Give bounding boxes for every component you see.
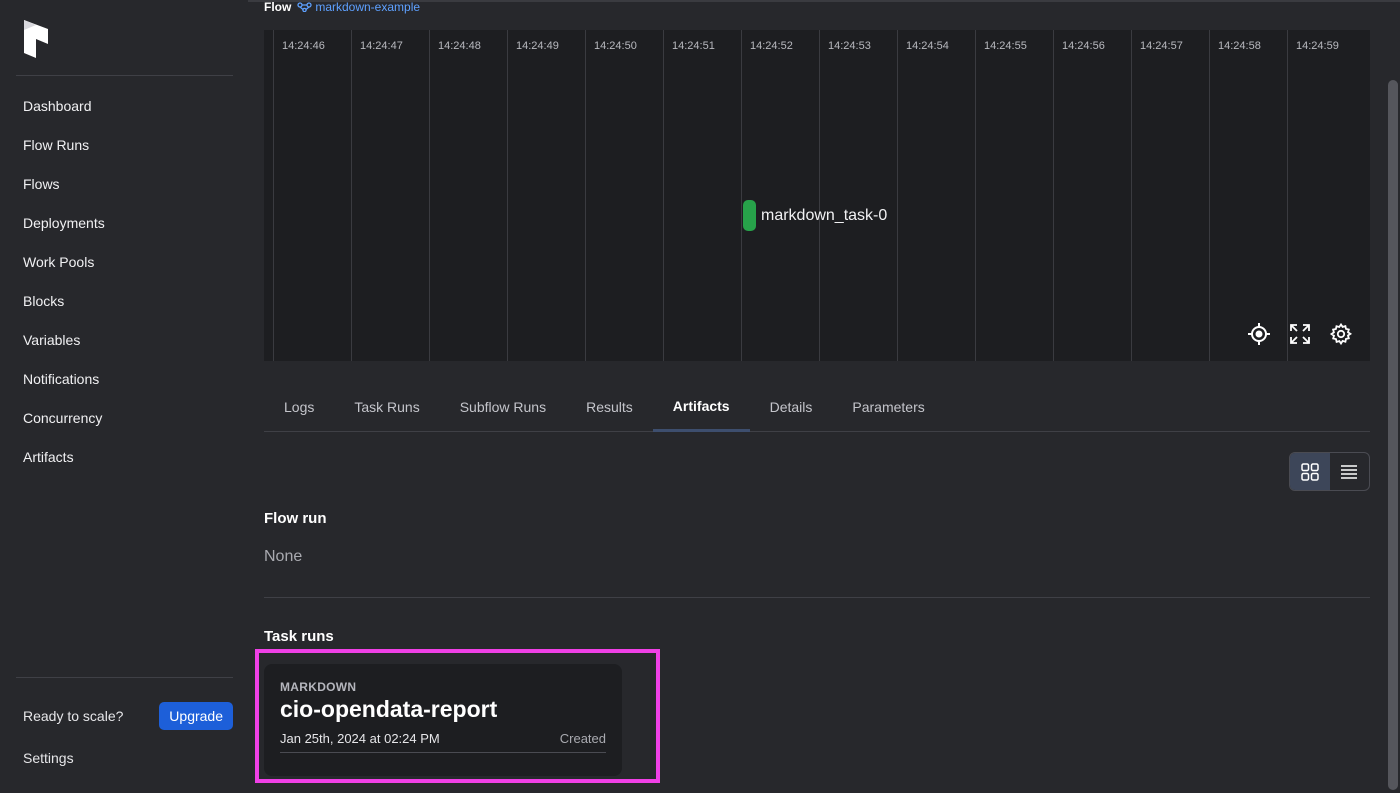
sidebar-item-flows[interactable]: Flows — [0, 164, 248, 203]
timeline-tick: 14:24:51 — [663, 30, 715, 361]
tab-parameters[interactable]: Parameters — [832, 382, 944, 432]
sidebar: Dashboard Flow Runs Flows Deployments Wo… — [0, 0, 248, 793]
sidebar-item-variables[interactable]: Variables — [0, 320, 248, 359]
tab-results[interactable]: Results — [566, 382, 653, 432]
settings-gear-icon[interactable] — [1329, 322, 1353, 346]
timeline-tick-label: 14:24:47 — [360, 40, 403, 52]
timeline-tick: 14:24:53 — [819, 30, 871, 361]
sidebar-item-work-pools[interactable]: Work Pools — [0, 242, 248, 281]
timeline-task-node[interactable]: markdown_task-0 — [743, 200, 887, 231]
page-scrollbar[interactable] — [1388, 80, 1398, 790]
timeline-tick: 14:24:57 — [1131, 30, 1183, 361]
sidebar-divider-bottom — [16, 677, 233, 678]
timeline-tick-label: 14:24:53 — [828, 40, 871, 52]
flow-run-timeline[interactable]: 14:24:59 14:24:58 14:24:57 14:24:56 14:24:55… — [264, 30, 1370, 361]
list-view-button[interactable] — [1330, 453, 1370, 490]
artifact-type: MARKDOWN — [280, 680, 357, 694]
task-node-label: markdown_task-0 — [761, 206, 888, 224]
list-icon — [1341, 464, 1358, 479]
prefect-logo-icon[interactable] — [24, 20, 48, 58]
timeline-tick: 14:24:47 — [351, 30, 403, 361]
flow-link[interactable]: markdown-example — [297, 0, 420, 14]
timeline-tick-label: 14:24:52 — [750, 40, 793, 52]
sidebar-nav: Dashboard Flow Runs Flows Deployments Wo… — [0, 86, 248, 476]
sidebar-item-flow-runs[interactable]: Flow Runs — [0, 125, 248, 164]
artifact-meta: Jan 25th, 2024 at 02:24 PM Created — [280, 731, 606, 753]
timeline-tick-label: 14:24:58 — [1218, 40, 1261, 52]
timeline-tick-label: 14:24:46 — [282, 40, 325, 52]
timeline-tick: 14:24:46 — [273, 30, 325, 361]
tab-subflow-runs[interactable]: Subflow Runs — [440, 382, 566, 432]
tab-task-runs[interactable]: Task Runs — [334, 382, 439, 432]
timeline-tick: 14:24:55 — [975, 30, 1027, 361]
timeline-tick: 14:24:50 — [585, 30, 637, 361]
grid-icon — [1301, 462, 1319, 481]
timeline-tick-label: 14:24:51 — [672, 40, 715, 52]
recenter-icon[interactable] — [1247, 322, 1271, 346]
ready-to-scale-text: Ready to scale? — [23, 708, 124, 724]
timeline-tick-label: 14:24:57 — [1140, 40, 1183, 52]
flow-run-empty-text: None — [264, 548, 303, 565]
upgrade-button[interactable]: Upgrade — [159, 702, 233, 730]
artifact-card[interactable]: MARKDOWN cio-opendata-report Jan 25th, 2… — [264, 664, 622, 776]
timeline-tick-label: 14:24:56 — [1062, 40, 1105, 52]
tab-logs[interactable]: Logs — [264, 382, 334, 432]
timeline-tick: 14:24:58 — [1209, 30, 1261, 361]
timeline-tick-label: 14:24:48 — [438, 40, 481, 52]
timeline-tick-label: 14:24:54 — [906, 40, 949, 52]
sidebar-divider-top — [16, 75, 233, 76]
timeline-tick-label: 14:24:55 — [984, 40, 1027, 52]
timeline-tick: 14:24:56 — [1053, 30, 1105, 361]
upgrade-prompt: Ready to scale? Upgrade — [23, 701, 233, 731]
artifact-status: Created — [559, 731, 606, 746]
tab-details[interactable]: Details — [750, 382, 833, 432]
view-mode-toggle — [1289, 452, 1370, 491]
flow-breadcrumb: Flow markdown-example — [264, 0, 420, 14]
flow-run-section-title: Flow run — [264, 510, 327, 527]
task-runs-section-title: Task runs — [264, 628, 334, 645]
task-state-bar[interactable] — [743, 200, 756, 231]
timeline-tick-label: 14:24:59 — [1296, 40, 1339, 52]
section-divider — [264, 597, 1370, 598]
timeline-tick: 14:24:49 — [507, 30, 559, 361]
sidebar-item-artifacts[interactable]: Artifacts — [0, 437, 248, 476]
fullscreen-icon[interactable] — [1288, 322, 1312, 346]
grid-view-button[interactable] — [1290, 453, 1330, 490]
timeline-tick-label: 14:24:49 — [516, 40, 559, 52]
artifact-key[interactable]: cio-opendata-report — [280, 696, 606, 723]
flow-run-tabs: Logs Task Runs Subflow Runs Results Arti… — [264, 382, 1370, 432]
sidebar-item-settings[interactable]: Settings — [23, 750, 74, 766]
timeline-tick: 14:24:48 — [429, 30, 481, 361]
flow-name[interactable]: markdown-example — [315, 0, 420, 14]
sidebar-item-notifications[interactable]: Notifications — [0, 359, 248, 398]
sidebar-item-deployments[interactable]: Deployments — [0, 203, 248, 242]
main-content: Flow markdown-example 14:24:59 14:24:58 14… — [248, 0, 1384, 793]
flow-icon — [297, 2, 312, 12]
sidebar-item-concurrency[interactable]: Concurrency — [0, 398, 248, 437]
timeline-tick-label: 14:24:50 — [594, 40, 637, 52]
timeline-tick: 14:24:54 — [897, 30, 949, 361]
flow-label: Flow — [264, 0, 292, 14]
sidebar-item-blocks[interactable]: Blocks — [0, 281, 248, 320]
sidebar-item-dashboard[interactable]: Dashboard — [0, 86, 248, 125]
timeline-tick: 14:24:59 — [1287, 30, 1339, 361]
artifact-date: Jan 25th, 2024 at 02:24 PM — [280, 731, 440, 746]
timeline-tick: 14:24:52 — [741, 30, 793, 361]
tab-artifacts[interactable]: Artifacts — [652, 382, 750, 432]
